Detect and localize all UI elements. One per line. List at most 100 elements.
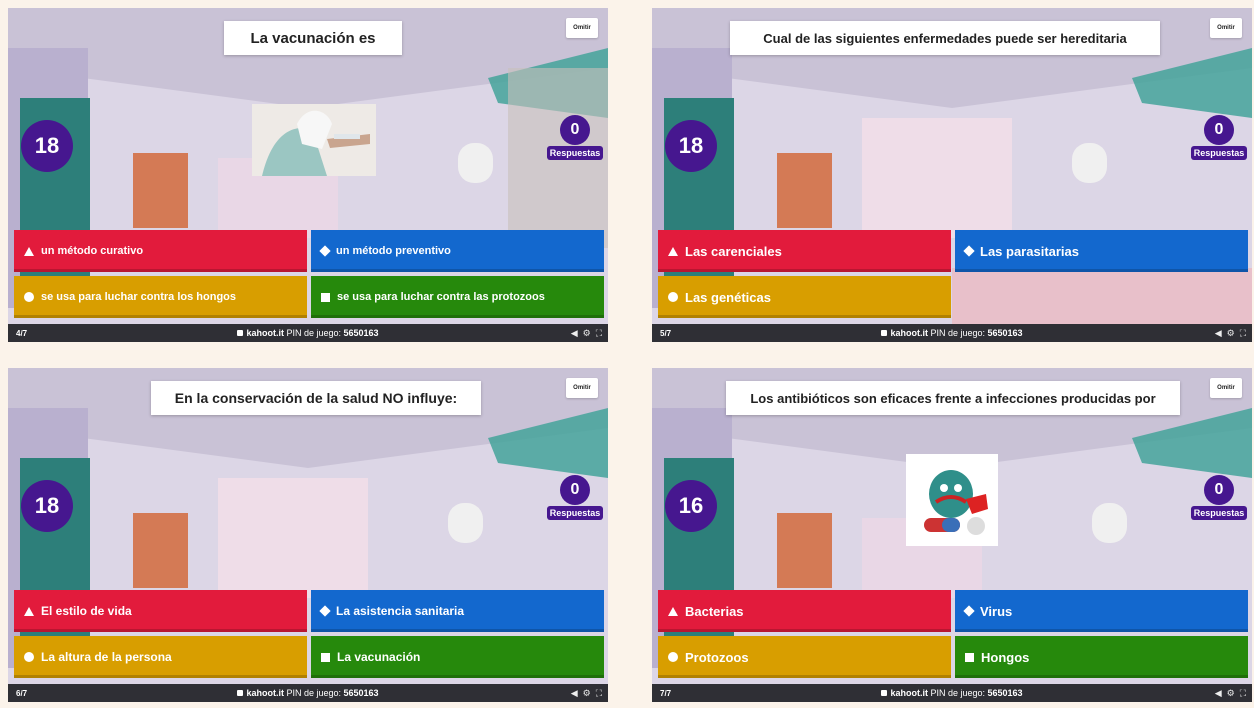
pin-label: PIN de juego:: [930, 328, 985, 338]
game-status-bar: 5/7 kahoot.it PIN de juego: 5650163 ◀ ⚙ ⛶: [652, 324, 1252, 342]
answer-label: Hongos: [981, 649, 1030, 665]
quiz-panel-6: En la conservación de la salud NO influy…: [8, 368, 608, 702]
answer-label: un método preventivo: [336, 245, 451, 257]
responses-label: Respuestas: [1190, 506, 1248, 520]
answer-yellow[interactable]: La altura de la persona: [14, 636, 307, 678]
countdown-timer: 18: [21, 480, 73, 532]
settings-icon[interactable]: ⚙: [583, 688, 591, 699]
answer-yellow[interactable]: Las genéticas: [658, 276, 951, 318]
circle-icon: [668, 652, 678, 662]
square-icon: [965, 652, 974, 662]
volume-icon[interactable]: ◀: [1215, 328, 1222, 339]
answer-green[interactable]: La vacunación: [311, 636, 604, 678]
skip-button[interactable]: Omitir: [566, 378, 598, 398]
square-icon: [321, 652, 330, 662]
kahoot-collage: La vacunación es Omitir 18 0 Respuestas …: [0, 0, 1254, 708]
lock-icon: [237, 330, 244, 336]
game-pin-info: kahoot.it PIN de juego: 5650163: [8, 688, 608, 698]
responses-counter: 0 Respuestas: [542, 115, 608, 160]
site-name: kahoot.it: [246, 688, 284, 698]
volume-icon[interactable]: ◀: [571, 328, 578, 339]
fullscreen-icon[interactable]: ⛶: [596, 328, 602, 339]
game-status-bar: 6/7 kahoot.it PIN de juego: 5650163 ◀ ⚙ ⛶: [8, 684, 608, 702]
responses-counter: 0 Respuestas: [542, 475, 608, 520]
answer-label: Las carenciales: [685, 243, 782, 259]
triangle-icon: [24, 606, 34, 616]
site-name: kahoot.it: [890, 688, 928, 698]
answer-yellow[interactable]: Protozoos: [658, 636, 951, 678]
fullscreen-icon[interactable]: ⛶: [1240, 688, 1246, 699]
answer-label: Protozoos: [685, 649, 749, 665]
answer-label: Bacterias: [685, 603, 744, 619]
diamond-icon: [319, 605, 331, 617]
responses-label: Respuestas: [546, 146, 604, 160]
answer-red[interactable]: Las carenciales: [658, 230, 951, 272]
lock-icon: [881, 690, 888, 696]
question-title: La vacunación es: [224, 21, 402, 55]
pin-label: PIN de juego:: [286, 688, 341, 698]
skip-button[interactable]: Omitir: [566, 18, 598, 38]
answer-blue[interactable]: Virus: [955, 590, 1248, 632]
responses-counter: 0 Respuestas: [1186, 115, 1252, 160]
diamond-icon: [963, 605, 975, 617]
answer-label: Las parasitarias: [980, 243, 1080, 259]
answer-red[interactable]: un método curativo: [14, 230, 307, 272]
answer-label: Las genéticas: [685, 289, 771, 305]
circle-icon: [668, 292, 678, 302]
pin-label: PIN de juego:: [286, 328, 341, 338]
answer-grid: un método curativo un método preventivo …: [14, 230, 605, 318]
answer-yellow[interactable]: se usa para luchar contra los hongos: [14, 276, 307, 318]
diamond-icon: [963, 245, 975, 257]
responses-label: Respuestas: [1190, 146, 1248, 160]
fullscreen-icon[interactable]: ⛶: [596, 688, 602, 699]
answer-label: La vacunación: [337, 650, 421, 664]
answer-blue[interactable]: La asistencia sanitaria: [311, 590, 604, 632]
responses-count: 0: [1204, 475, 1234, 505]
game-pin: 5650163: [987, 688, 1023, 698]
responses-count: 0: [560, 115, 590, 145]
game-pin: 5650163: [343, 688, 379, 698]
game-pin: 5650163: [987, 328, 1023, 338]
pin-label: PIN de juego:: [930, 688, 985, 698]
countdown-timer: 18: [665, 120, 717, 172]
answer-grid: El estilo de vida La asistencia sanitari…: [14, 590, 605, 678]
skip-button[interactable]: Omitir: [1210, 378, 1242, 398]
answer-blue[interactable]: un método preventivo: [311, 230, 604, 272]
answer-label: un método curativo: [41, 245, 144, 257]
quiz-panel-7: Los antibióticos son eficaces frente a i…: [652, 368, 1252, 702]
answer-red[interactable]: Bacterias: [658, 590, 951, 632]
question-title: Los antibióticos son eficaces frente a i…: [726, 381, 1180, 415]
vaccination-photo: [252, 104, 376, 176]
skip-button[interactable]: Omitir: [1210, 18, 1242, 38]
answer-grid: Las carenciales Las parasitarias Las gen…: [658, 230, 1249, 318]
bar-controls: ◀ ⚙ ⛶: [571, 328, 602, 339]
countdown-timer: 18: [21, 120, 73, 172]
bar-controls: ◀ ⚙ ⛶: [1215, 688, 1246, 699]
triangle-icon: [668, 246, 678, 256]
answer-red[interactable]: El estilo de vida: [14, 590, 307, 632]
answer-label: La asistencia sanitaria: [336, 604, 465, 618]
answer-blue[interactable]: Las parasitarias: [955, 230, 1248, 272]
square-icon: [321, 292, 330, 302]
game-status-bar: 7/7 kahoot.it PIN de juego: 5650163 ◀ ⚙ ⛶: [652, 684, 1252, 702]
game-pin-info: kahoot.it PIN de juego: 5650163: [652, 328, 1252, 338]
site-name: kahoot.it: [890, 328, 928, 338]
question-title: En la conservación de la salud NO influy…: [151, 381, 481, 415]
fullscreen-icon[interactable]: ⛶: [1240, 328, 1246, 339]
answer-green[interactable]: Hongos: [955, 636, 1248, 678]
answer-green[interactable]: se usa para luchar contra las protozoos: [311, 276, 604, 318]
bar-controls: ◀ ⚙ ⛶: [1215, 328, 1246, 339]
responses-count: 0: [560, 475, 590, 505]
volume-icon[interactable]: ◀: [1215, 688, 1222, 699]
answer-label: La altura de la persona: [41, 650, 172, 664]
virus-cartoon: [906, 454, 998, 546]
game-status-bar: 4/7 kahoot.it PIN de juego: 5650163 ◀ ⚙ ⛶: [8, 324, 608, 342]
answer-label: se usa para luchar contra las protozoos: [337, 291, 545, 303]
settings-icon[interactable]: ⚙: [1227, 688, 1235, 699]
volume-icon[interactable]: ◀: [571, 688, 578, 699]
settings-icon[interactable]: ⚙: [1227, 328, 1235, 339]
lock-icon: [237, 690, 244, 696]
triangle-icon: [668, 606, 678, 616]
answer-label: se usa para luchar contra los hongos: [41, 291, 236, 303]
settings-icon[interactable]: ⚙: [583, 328, 591, 339]
